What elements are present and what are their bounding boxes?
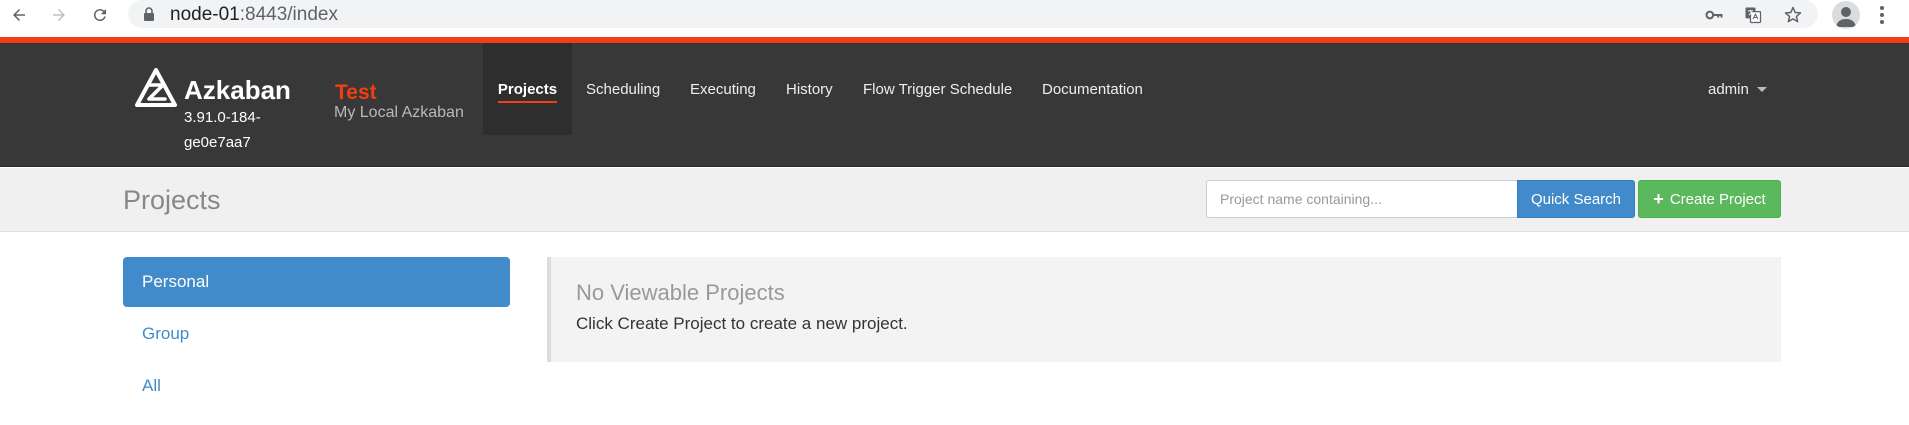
star-icon bbox=[1784, 6, 1802, 23]
nav-projects-label: Projects bbox=[497, 80, 558, 98]
plus-icon: + bbox=[1653, 188, 1664, 209]
url-text: node-01:8443/index bbox=[170, 4, 338, 26]
active-underline bbox=[498, 101, 557, 103]
brand-name[interactable]: Azkaban bbox=[184, 75, 291, 106]
reload-icon bbox=[93, 9, 106, 22]
address-bar[interactable]: node-01:8443/index bbox=[128, 0, 1818, 28]
nav-history[interactable]: History bbox=[786, 43, 833, 135]
reload-button[interactable] bbox=[88, 3, 112, 27]
arrow-left-icon bbox=[13, 9, 25, 21]
nav-executing[interactable]: Executing bbox=[690, 43, 756, 135]
more-vert-icon[interactable] bbox=[1874, 3, 1890, 27]
version-label: 3.91.0-184-ge0e7aa7 bbox=[184, 109, 261, 151]
translate-icon bbox=[1745, 7, 1762, 24]
key-icon bbox=[1705, 10, 1723, 20]
person-icon bbox=[1836, 7, 1856, 27]
url-host: node-01 bbox=[170, 4, 240, 25]
user-name: admin bbox=[1708, 81, 1749, 98]
page-title: Projects bbox=[123, 185, 221, 215]
create-project-label: Create Project bbox=[1669, 190, 1766, 208]
sidebar-item-all[interactable]: All bbox=[123, 361, 510, 411]
browser-toolbar: node-01:8443/index bbox=[0, 0, 1909, 30]
sidebar-item-personal[interactable]: Personal bbox=[123, 257, 510, 307]
empty-state-title: No Viewable Projects bbox=[576, 280, 785, 305]
arrow-right-icon bbox=[53, 9, 65, 21]
empty-state-message: Click Create Project to create a new pro… bbox=[576, 314, 908, 333]
translate-button[interactable] bbox=[1741, 3, 1765, 27]
forward-button[interactable] bbox=[47, 3, 71, 27]
azkaban-logo-icon[interactable] bbox=[135, 68, 177, 108]
empty-projects-panel bbox=[547, 257, 1781, 362]
nav-flow-trigger-schedule[interactable]: Flow Trigger Schedule bbox=[863, 43, 1012, 135]
caret-down-icon bbox=[1756, 87, 1767, 92]
password-key-button[interactable] bbox=[1702, 3, 1726, 27]
project-search-input[interactable] bbox=[1206, 180, 1518, 218]
back-button[interactable] bbox=[7, 3, 31, 27]
environment-name: Test bbox=[335, 81, 377, 104]
nav-projects[interactable]: Projects bbox=[483, 43, 572, 135]
user-menu[interactable]: admin bbox=[1708, 81, 1767, 98]
sidebar-item-group[interactable]: Group bbox=[123, 309, 510, 359]
nav-scheduling[interactable]: Scheduling bbox=[586, 43, 660, 135]
url-path: :8443/index bbox=[239, 4, 338, 25]
bookmark-button[interactable] bbox=[1781, 3, 1805, 27]
environment-description: My Local Azkaban bbox=[334, 104, 464, 121]
create-project-button[interactable]: + Create Project bbox=[1638, 180, 1781, 218]
quick-search-button[interactable]: Quick Search bbox=[1517, 180, 1635, 218]
lock-icon bbox=[144, 7, 154, 21]
profile-avatar[interactable] bbox=[1832, 1, 1860, 29]
nav-documentation[interactable]: Documentation bbox=[1042, 43, 1143, 135]
